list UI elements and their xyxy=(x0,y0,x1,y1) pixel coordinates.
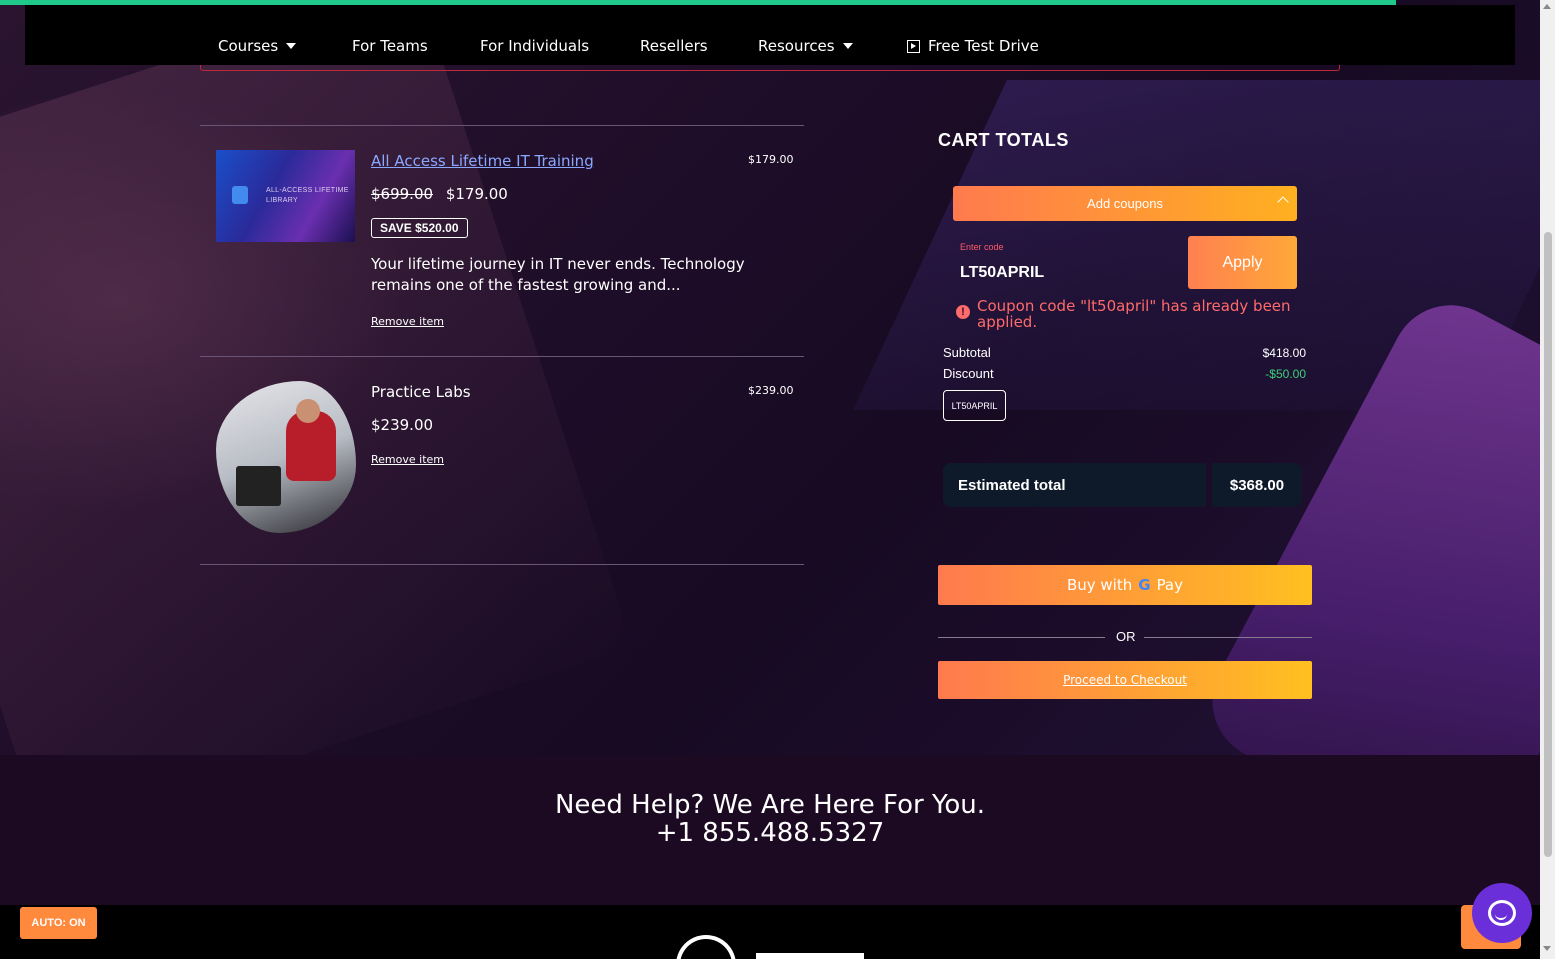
help-title: Need Help? We Are Here For You. xyxy=(554,790,986,820)
or-divider-right xyxy=(1144,637,1312,638)
chevron-up-icon xyxy=(1277,196,1289,208)
nav-for-individuals-label: For Individuals xyxy=(480,37,590,55)
background-photo-shape xyxy=(0,0,633,755)
coupon-error-message: Coupon code "lt50april" has already been… xyxy=(977,297,1291,331)
scroll-down-icon[interactable] xyxy=(1543,946,1551,951)
cart-item-price: $699.00 $179.00 xyxy=(371,185,508,203)
apply-coupon-button[interactable]: Apply xyxy=(1188,236,1297,289)
coupon-code-label: Enter code xyxy=(960,242,1004,252)
chevron-down-icon xyxy=(286,43,297,49)
applied-coupon-chip[interactable]: LT50APRIL xyxy=(943,390,1006,421)
auto-toggle-badge[interactable]: AUTO: ON xyxy=(20,907,97,939)
discount-label: Discount xyxy=(943,366,994,381)
notice-border xyxy=(200,65,1340,71)
nav-courses-label: Courses xyxy=(218,37,279,55)
nav-free-test-drive-label: Free Test Drive xyxy=(928,37,1039,55)
chat-launcher[interactable] xyxy=(1472,883,1532,943)
error-icon: ! xyxy=(956,305,970,319)
line-total: $239.00 xyxy=(748,384,794,397)
chevron-down-icon xyxy=(842,43,853,49)
or-divider-left xyxy=(938,637,1105,638)
google-pay-button[interactable]: Buy with G Pay xyxy=(938,565,1312,605)
cart-divider xyxy=(200,356,804,357)
remove-item-link[interactable]: Remove item xyxy=(371,453,444,466)
scrollbar-thumb[interactable] xyxy=(1544,232,1552,857)
play-square-icon xyxy=(907,39,920,53)
proceed-to-checkout-button[interactable]: Proceed to Checkout xyxy=(938,661,1312,699)
cart-divider xyxy=(200,125,804,126)
help-phone[interactable]: +1 855.488.5327 xyxy=(0,818,1540,848)
discount-value: -$50.00 xyxy=(1265,367,1306,381)
subtotal-label: Subtotal xyxy=(943,345,991,360)
page-background xyxy=(0,0,1540,755)
remove-item-link[interactable]: Remove item xyxy=(371,315,444,328)
cart-item-price: $239.00 xyxy=(371,416,434,434)
logo-mark-icon xyxy=(676,935,736,959)
nav-for-teams[interactable]: For Teams xyxy=(352,37,428,55)
scroll-up-icon[interactable] xyxy=(1543,4,1551,9)
line-total: $179.00 xyxy=(748,153,794,166)
or-label: OR xyxy=(1116,629,1136,644)
cart-totals-title: CART TOTALS xyxy=(938,130,1069,150)
monitor-image xyxy=(236,466,281,506)
shield-icon xyxy=(232,186,248,204)
logo-wordmark xyxy=(756,953,864,959)
nav-free-test-drive[interactable]: Free Test Drive xyxy=(907,37,1039,55)
nav-for-teams-label: For Teams xyxy=(352,37,428,55)
chat-icon xyxy=(1488,900,1516,926)
cart-item-title-link[interactable]: All Access Lifetime IT Training xyxy=(371,152,594,170)
cart-divider xyxy=(200,564,804,565)
add-coupons-label: Add coupons xyxy=(1087,196,1163,211)
sale-price: $179.00 xyxy=(445,185,508,203)
gpay-label: Buy with xyxy=(1066,576,1133,594)
cart-item-description: Your lifetime journey in IT never ends. … xyxy=(371,255,745,294)
nav-for-individuals[interactable]: For Individuals xyxy=(480,37,589,55)
google-g-icon: G xyxy=(1138,576,1151,594)
gpay-brand: Pay xyxy=(1156,576,1184,594)
nav-courses[interactable]: Courses xyxy=(218,37,297,55)
nav-resources-label: Resources xyxy=(758,37,835,55)
site-logo[interactable] xyxy=(676,935,866,959)
nav-resellers[interactable]: Resellers xyxy=(640,37,708,55)
cart-item-title[interactable]: Practice Labs xyxy=(371,383,471,401)
nav-resources[interactable]: Resources xyxy=(758,37,853,55)
original-price: $699.00 xyxy=(371,185,434,203)
estimated-total-value: $368.00 xyxy=(1212,463,1302,507)
coupon-code-input[interactable] xyxy=(960,262,1180,284)
nav-resellers-label: Resellers xyxy=(640,37,708,55)
cart-item-thumbnail[interactable] xyxy=(216,381,356,533)
add-coupons-toggle[interactable]: Add coupons xyxy=(953,186,1297,221)
estimated-total-label: Estimated total xyxy=(943,463,1206,507)
subtotal-value: $418.00 xyxy=(1262,346,1306,360)
save-badge: SAVE $520.00 xyxy=(371,218,468,238)
cart-item-thumbnail[interactable]: ALL-ACCESS LIFETIME LIBRARY xyxy=(216,150,355,242)
thumbnail-text: ALL-ACCESS LIFETIME LIBRARY xyxy=(266,187,349,204)
person-head-image xyxy=(296,399,320,423)
main-navbar: Courses For Teams For Individuals Resell… xyxy=(25,5,1515,65)
